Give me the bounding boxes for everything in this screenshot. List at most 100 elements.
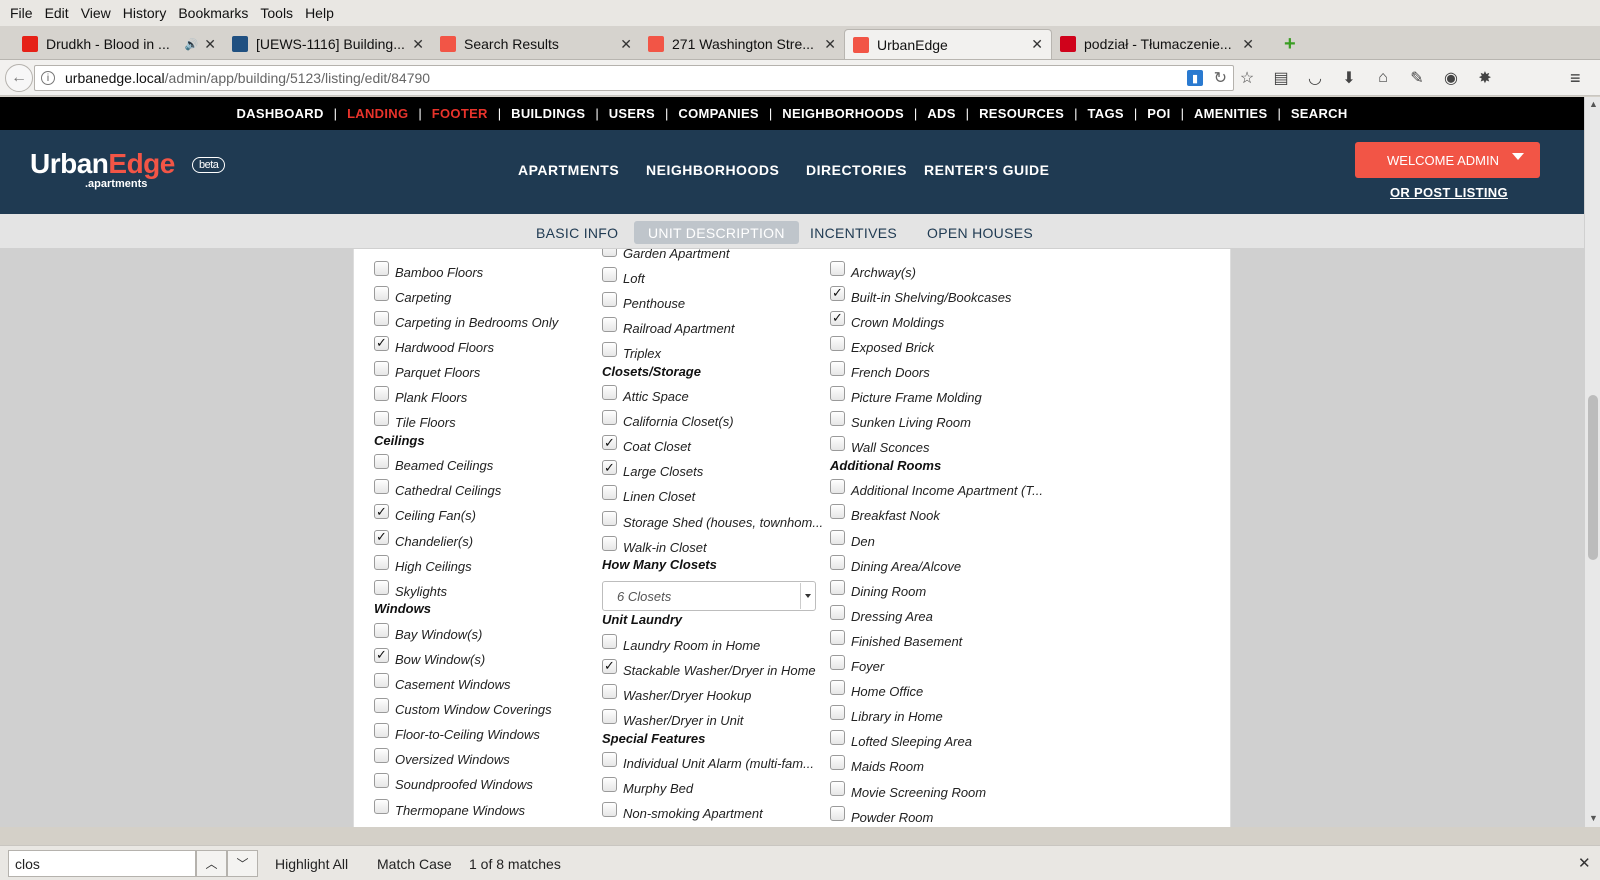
menu-file[interactable]: File	[10, 5, 33, 21]
amenity-checkbox-item[interactable]: Murphy Bed	[602, 777, 693, 800]
extension-icon[interactable]: ✎	[1400, 66, 1434, 90]
admin-nav-footer[interactable]: FOOTER	[432, 106, 488, 121]
amenity-checkbox-item[interactable]: Washer/Dryer in Unit	[602, 709, 743, 732]
amenity-checkbox-item[interactable]: California Closet(s)	[602, 410, 734, 433]
checkbox[interactable]	[374, 554, 389, 570]
amenity-checkbox-item[interactable]: Triplex	[602, 341, 661, 364]
checkbox[interactable]	[602, 752, 617, 768]
find-next-button[interactable]: ﹀	[227, 850, 258, 877]
admin-nav-amenities[interactable]: AMENITIES	[1194, 106, 1267, 121]
amenity-checkbox-item[interactable]: Library in Home	[830, 705, 943, 728]
logo[interactable]: UrbanEdge .apartments beta	[30, 148, 226, 190]
checkbox[interactable]	[602, 266, 617, 282]
checkbox[interactable]: ✓	[602, 435, 617, 451]
subnav-tab[interactable]: UNIT DESCRIPTION	[634, 221, 799, 244]
close-tab-icon[interactable]: ✕	[620, 36, 632, 53]
amenity-checkbox-item[interactable]: Picture Frame Molding	[830, 386, 982, 409]
checkbox[interactable]	[830, 629, 845, 645]
amenity-checkbox-item[interactable]: Foyer	[830, 655, 884, 678]
checkbox[interactable]: ✓	[830, 310, 845, 326]
checkbox[interactable]	[830, 680, 845, 696]
amenity-checkbox-item[interactable]: ✓ Bow Window(s)	[374, 647, 485, 670]
page-scrollbar[interactable]: ▲ ▼	[1584, 97, 1600, 827]
close-tab-icon[interactable]: ✕	[824, 36, 836, 53]
amenity-checkbox-item[interactable]: Bay Window(s)	[374, 622, 482, 645]
amenity-checkbox-item[interactable]: Cathedral Ceilings	[374, 479, 501, 502]
amenity-checkbox-item[interactable]: ✓ Stackable Washer/Dryer in Home	[602, 658, 816, 681]
pocket-icon[interactable]: ◡	[1298, 66, 1332, 90]
dropdown-arrow-icon[interactable]	[800, 583, 814, 610]
menu-tools[interactable]: Tools	[260, 5, 293, 21]
subnav-tab[interactable]: INCENTIVES	[796, 221, 911, 244]
checkbox[interactable]	[602, 535, 617, 551]
amenity-checkbox-item[interactable]: Casement Windows	[374, 673, 510, 696]
amenity-checkbox-item[interactable]: ✓ Chandelier(s)	[374, 529, 473, 552]
amenity-checkbox-item[interactable]: Den	[830, 529, 875, 552]
amenity-checkbox-item[interactable]: Plank Floors	[374, 386, 467, 409]
checkbox[interactable]	[602, 341, 617, 357]
amenity-checkbox-item[interactable]: Attic Space	[602, 385, 689, 408]
admin-nav-landing[interactable]: LANDING	[347, 106, 408, 121]
amenity-checkbox-item[interactable]: Penthouse	[602, 291, 685, 314]
amenity-checkbox-item[interactable]: Storage Shed (houses, townhom...	[602, 510, 823, 533]
amenity-checkbox-item[interactable]: Laundry Room in Home	[602, 633, 760, 656]
checkbox[interactable]	[374, 579, 389, 595]
new-tab-button[interactable]: +	[1284, 33, 1296, 56]
checkbox[interactable]	[830, 529, 845, 545]
amenity-checkbox-item[interactable]: Movie Screening Room	[830, 780, 986, 803]
find-input[interactable]: clos	[8, 850, 196, 877]
browser-tab[interactable]: Search Results ✕	[432, 29, 640, 59]
amenity-checkbox-item[interactable]: Custom Window Coverings	[374, 698, 552, 721]
reader-view-icon[interactable]: ▮	[1187, 70, 1203, 86]
checkbox[interactable]	[602, 385, 617, 400]
main-nav-item[interactable]: RENTER'S GUIDE	[924, 162, 1049, 178]
checkbox[interactable]	[374, 698, 389, 714]
checkbox[interactable]	[602, 485, 617, 501]
browser-tab[interactable]: 271 Washington Stre... ✕	[640, 29, 844, 59]
main-nav-item[interactable]: DIRECTORIES	[806, 162, 907, 178]
close-tab-icon[interactable]: ✕	[412, 36, 424, 53]
admin-nav-neighborhoods[interactable]: NEIGHBORHOODS	[782, 106, 904, 121]
checkbox[interactable]	[374, 411, 389, 427]
amenity-checkbox-item[interactable]: Additional Income Apartment (T...	[830, 479, 1043, 502]
audio-icon[interactable]: 🔊	[185, 38, 199, 51]
reload-icon[interactable]: ↻	[1214, 68, 1227, 88]
checkbox[interactable]: ✓	[830, 285, 845, 301]
amenity-checkbox-item[interactable]: Washer/Dryer Hookup	[602, 683, 751, 706]
close-tab-icon[interactable]: ✕	[1031, 36, 1043, 53]
amenity-checkbox-item[interactable]: Powder Room	[830, 805, 933, 827]
menu-view[interactable]: View	[81, 5, 111, 21]
admin-nav-tags[interactable]: TAGS	[1088, 106, 1124, 121]
checkbox[interactable]: ✓	[374, 529, 389, 545]
amenity-checkbox-item[interactable]: ✓ Built-in Shelving/Bookcases	[830, 285, 1011, 308]
checkbox[interactable]	[830, 554, 845, 570]
checkbox[interactable]	[830, 705, 845, 721]
checkbox[interactable]: ✓	[374, 335, 389, 351]
closets-count-select[interactable]: 6 Closets	[602, 581, 816, 612]
amenity-checkbox-item[interactable]: Walk-in Closet	[602, 535, 707, 558]
find-previous-button[interactable]: ︿	[196, 850, 227, 877]
amenity-checkbox-item[interactable]: Linen Closet	[602, 485, 695, 508]
admin-nav-companies[interactable]: COMPANIES	[678, 106, 758, 121]
checkbox[interactable]	[830, 504, 845, 520]
back-button[interactable]: ←	[5, 64, 33, 92]
checkbox[interactable]	[602, 291, 617, 307]
reading-list-icon[interactable]: ▤	[1264, 66, 1298, 90]
subnav-tab[interactable]: OPEN HOUSES	[913, 221, 1047, 244]
close-tab-icon[interactable]: ✕	[1242, 36, 1254, 53]
amenity-checkbox-item[interactable]: Railroad Apartment	[602, 316, 735, 339]
amenity-checkbox-item[interactable]: Lofted Sleeping Area	[830, 730, 972, 753]
checkbox[interactable]	[374, 622, 389, 638]
match-case-toggle[interactable]: Match Case	[377, 856, 452, 872]
checkbox[interactable]	[602, 316, 617, 332]
checkbox[interactable]	[830, 436, 845, 452]
checkbox[interactable]	[602, 683, 617, 699]
admin-nav-resources[interactable]: RESOURCES	[979, 106, 1064, 121]
amenity-checkbox-item[interactable]: Archway(s)	[830, 260, 916, 283]
checkbox[interactable]	[374, 260, 389, 276]
checkbox[interactable]	[602, 709, 617, 724]
amenity-checkbox-item[interactable]: Soundproofed Windows	[374, 773, 533, 796]
admin-nav-search[interactable]: SEARCH	[1291, 106, 1348, 121]
amenity-checkbox-item[interactable]: Beamed Ceilings	[374, 454, 493, 477]
checkbox[interactable]	[602, 633, 617, 649]
